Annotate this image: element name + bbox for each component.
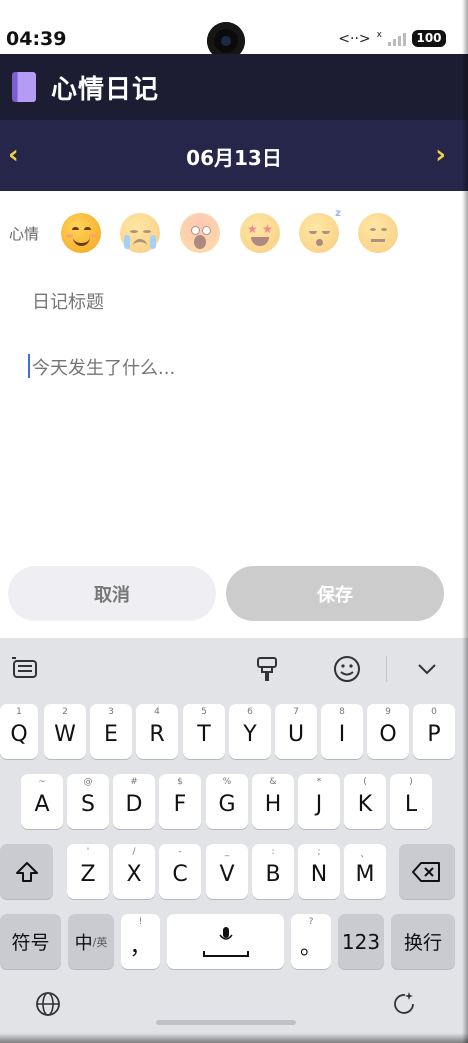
signal-icon bbox=[388, 32, 406, 46]
globe-icon[interactable] bbox=[35, 991, 61, 1017]
diary-content-input[interactable] bbox=[30, 352, 444, 556]
screaming-face-icon bbox=[180, 213, 220, 253]
cancel-button[interactable]: 取消 bbox=[8, 566, 216, 621]
battery-icon: 100 bbox=[412, 30, 446, 47]
app-header: 心情日记 bbox=[0, 54, 468, 120]
ai-refresh-icon[interactable] bbox=[391, 989, 419, 1017]
soft-keyboard: 1Q 2W 3E 4R 5T 6Y 7U 8I 9O 0P ~ A @ S # D $… bbox=[0, 638, 468, 1043]
symbols-key[interactable]: 符号 bbox=[0, 914, 61, 969]
save-button[interactable]: 保存 bbox=[226, 566, 444, 621]
shift-icon bbox=[15, 861, 38, 882]
key-v[interactable]: _ V bbox=[206, 844, 248, 899]
keyboard-bottom-bar bbox=[0, 983, 468, 1043]
key-t[interactable]: 5T bbox=[183, 704, 225, 759]
key-h[interactable]: & H bbox=[252, 774, 294, 829]
collapse-keyboard-icon[interactable] bbox=[412, 654, 442, 684]
key-o[interactable]: 9O bbox=[367, 704, 409, 759]
key-a[interactable]: ~ A bbox=[21, 774, 63, 829]
key-comma[interactable]: !， bbox=[121, 914, 160, 969]
mood-option-star-struck[interactable]: ★ ★ bbox=[240, 213, 280, 253]
key-r[interactable]: 4R bbox=[136, 704, 178, 759]
keyboard-settings-icon[interactable] bbox=[10, 654, 40, 684]
shift-key[interactable] bbox=[0, 844, 53, 899]
key-period[interactable]: ?。 bbox=[291, 914, 331, 969]
key-s[interactable]: @ S bbox=[67, 774, 109, 829]
phone-screen: 04:39 <··> x 100 心情日记 ‹ 06月13日 › 心情 ★ ★ … bbox=[0, 0, 468, 1043]
sleepy-face-icon: z bbox=[299, 209, 341, 253]
key-g[interactable]: % G bbox=[206, 774, 248, 829]
mood-option-scream[interactable] bbox=[180, 213, 220, 253]
key-m[interactable]: 、 M bbox=[344, 844, 386, 899]
key-j[interactable]: * J bbox=[298, 774, 340, 829]
app-title: 心情日记 bbox=[51, 75, 160, 105]
status-bar: 04:39 <··> x 100 bbox=[0, 0, 468, 60]
paint-brush-icon[interactable] bbox=[252, 654, 282, 684]
enter-key[interactable]: 换行 bbox=[391, 914, 455, 969]
keyboard-toolbar bbox=[0, 638, 468, 700]
backspace-icon bbox=[412, 861, 440, 882]
key-q[interactable]: 1Q bbox=[0, 704, 38, 759]
language-switch-key[interactable]: 中/英 bbox=[68, 914, 114, 969]
key-x[interactable]: / X bbox=[113, 844, 155, 899]
mood-option-neutral[interactable] bbox=[358, 213, 398, 253]
key-u[interactable]: 7U bbox=[275, 704, 317, 759]
crying-face-icon bbox=[120, 213, 160, 253]
mood-option-smile[interactable] bbox=[61, 213, 101, 253]
key-p[interactable]: 0P bbox=[413, 704, 455, 759]
key-b[interactable]: :B bbox=[252, 844, 294, 899]
key-e[interactable]: 3E bbox=[90, 704, 132, 759]
key-y[interactable]: 6Y bbox=[229, 704, 271, 759]
mood-option-sad[interactable] bbox=[120, 213, 160, 253]
numbers-key[interactable]: 123 bbox=[338, 914, 384, 969]
key-k[interactable]: (K bbox=[344, 774, 386, 829]
current-date: 06月13日 bbox=[186, 146, 282, 170]
microphone-icon bbox=[202, 926, 249, 957]
key-d[interactable]: # D bbox=[113, 774, 155, 829]
smiling-face-icon bbox=[61, 213, 101, 253]
mood-selector: 心情 ★ ★ z bbox=[0, 205, 468, 261]
status-icons: <··> x 100 bbox=[338, 30, 446, 47]
key-w[interactable]: 2W bbox=[44, 704, 86, 759]
network-activity-icon: <··> bbox=[338, 30, 371, 47]
key-c[interactable]: -C bbox=[159, 844, 201, 899]
next-day-button[interactable]: › bbox=[435, 140, 446, 170]
star-struck-face-icon: ★ ★ bbox=[240, 213, 280, 253]
mood-option-sleepy[interactable]: z bbox=[299, 209, 341, 253]
neutral-face-icon bbox=[358, 213, 398, 253]
diary-title-input[interactable] bbox=[30, 285, 444, 319]
toolbar-divider bbox=[386, 656, 387, 682]
key-f[interactable]: $ F bbox=[159, 774, 201, 829]
backspace-key[interactable] bbox=[399, 844, 455, 899]
book-icon bbox=[12, 72, 36, 102]
no-sim-icon: x bbox=[376, 30, 382, 40]
status-time: 04:39 bbox=[6, 28, 67, 50]
home-indicator[interactable] bbox=[156, 1020, 296, 1025]
key-n[interactable]: ; N bbox=[298, 844, 340, 899]
mood-label: 心情 bbox=[9, 225, 40, 243]
emoji-icon[interactable] bbox=[332, 654, 362, 684]
date-navigation: ‹ 06月13日 › bbox=[0, 120, 468, 191]
key-z[interactable]: ' Z bbox=[67, 844, 109, 899]
key-l[interactable]: ) L bbox=[390, 774, 432, 829]
space-key[interactable] bbox=[167, 914, 284, 969]
key-i[interactable]: 8I bbox=[321, 704, 363, 759]
